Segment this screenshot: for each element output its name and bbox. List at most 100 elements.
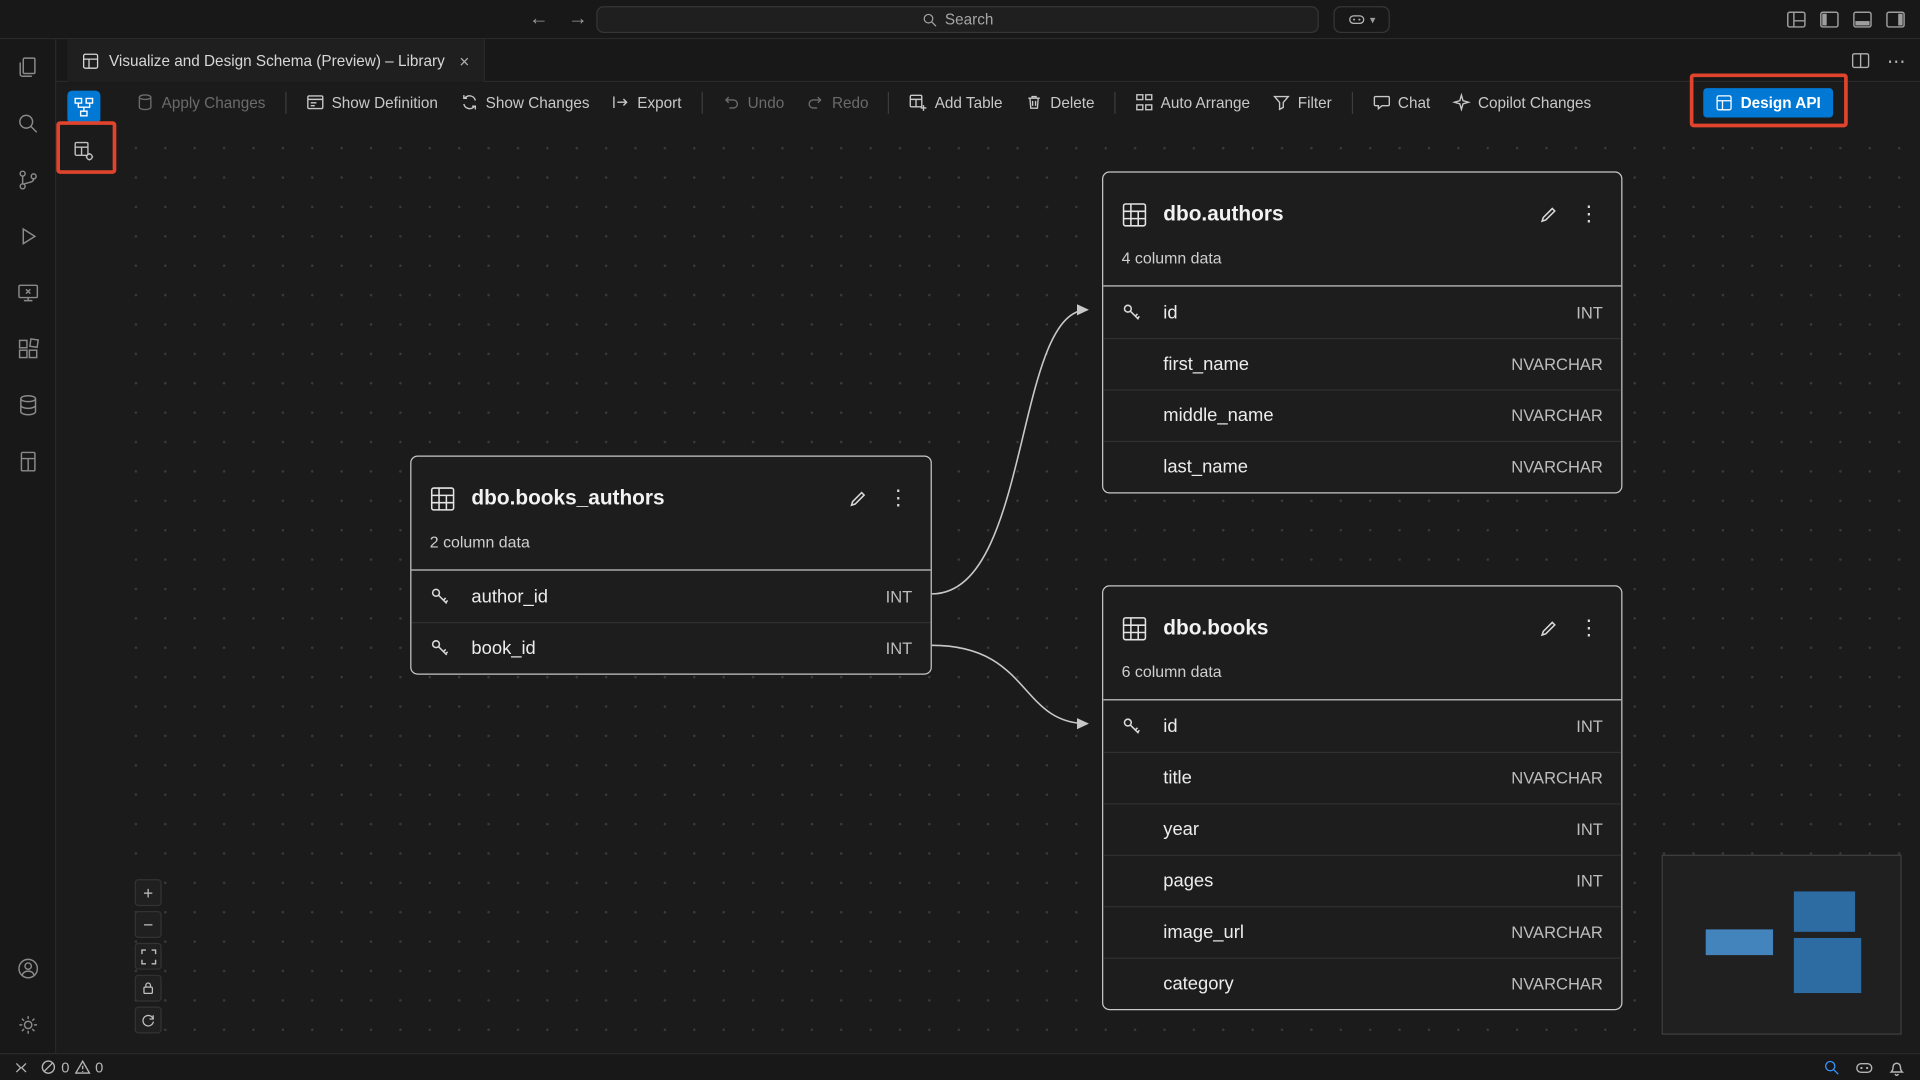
- column-name: id: [1163, 302, 1564, 323]
- column-type: INT: [886, 587, 913, 605]
- tab-visualize-schema[interactable]: Visualize and Design Schema (Preview) – …: [67, 39, 485, 82]
- table-definition-tool-button[interactable]: [67, 135, 100, 168]
- run-debug-button[interactable]: [0, 208, 56, 264]
- table-icon: [430, 486, 456, 512]
- edit-table-icon[interactable]: [847, 488, 868, 509]
- fit-view-icon: [140, 948, 156, 964]
- column-row[interactable]: pages INT: [1103, 855, 1621, 906]
- primary-key-icon: [1122, 302, 1151, 323]
- column-name: id: [1163, 716, 1564, 737]
- toolbar-separator: [1351, 91, 1352, 113]
- zoom-in-button[interactable]: +: [135, 879, 162, 906]
- apply-changes-button[interactable]: Apply Changes: [125, 88, 277, 116]
- copilot-menu-button[interactable]: ▾: [1333, 6, 1389, 33]
- column-row[interactable]: idINT: [1103, 700, 1621, 751]
- add-table-button[interactable]: Add Table: [898, 88, 1014, 116]
- table-menu-icon[interactable]: ⋮: [884, 486, 912, 510]
- column-type: INT: [1576, 820, 1603, 838]
- schema-canvas[interactable]: dbo.books_authors ⋮ 2 column data author…: [110, 122, 1920, 1053]
- database-button[interactable]: [0, 377, 56, 433]
- split-editor-icon[interactable]: [1851, 53, 1869, 69]
- column-name: author_id: [471, 586, 873, 607]
- column-type: NVARCHAR: [1511, 458, 1603, 476]
- explorer-button[interactable]: [0, 39, 56, 95]
- table-name: dbo.books: [1163, 616, 1522, 640]
- edge-books-authors-to-authors: [932, 310, 1088, 594]
- column-row[interactable]: book_idINT: [411, 622, 930, 673]
- remote-explorer-button[interactable]: [0, 264, 56, 320]
- column-name: pages: [1163, 871, 1564, 892]
- tab-close-icon[interactable]: ×: [459, 51, 469, 71]
- auto-arrange-icon: [1135, 93, 1153, 111]
- redo-button[interactable]: Redo: [795, 88, 879, 116]
- schema-diagram-tool-button[interactable]: [67, 91, 100, 124]
- settings-button[interactable]: [0, 997, 56, 1053]
- account-button[interactable]: [0, 940, 56, 996]
- auto-arrange-button[interactable]: Auto Arrange: [1124, 88, 1261, 116]
- remote-indicator-icon[interactable]: [11, 1059, 28, 1076]
- toggle-secondary-sidebar-icon[interactable]: [1886, 11, 1906, 28]
- table-node-books[interactable]: dbo.books ⋮ 6 column data idINTtitleNVAR…: [1102, 585, 1622, 1010]
- reset-view-button[interactable]: [135, 1007, 162, 1034]
- column-row[interactable]: author_id INT: [411, 571, 930, 622]
- source-control-button[interactable]: [0, 152, 56, 208]
- column-row[interactable]: first_nameNVARCHAR: [1103, 338, 1621, 389]
- zoom-status-icon[interactable]: [1823, 1059, 1840, 1076]
- filter-icon: [1272, 93, 1290, 111]
- command-center-search[interactable]: Search: [596, 6, 1318, 33]
- lock-view-button[interactable]: [135, 975, 162, 1002]
- column-row[interactable]: titleNVARCHAR: [1103, 752, 1621, 803]
- edit-table-icon[interactable]: [1538, 204, 1559, 225]
- vscode-window: ← → Search ▾: [0, 0, 1920, 1080]
- toggle-panel-icon[interactable]: [1853, 11, 1873, 28]
- copilot-icon: [1348, 11, 1365, 28]
- chat-icon: [1372, 93, 1390, 111]
- problems-indicator[interactable]: 0 0: [40, 1059, 103, 1076]
- undo-button[interactable]: Undo: [711, 88, 795, 116]
- search-button[interactable]: [0, 96, 56, 152]
- customize-layout-icon[interactable]: [1787, 11, 1807, 28]
- column-type: NVARCHAR: [1511, 407, 1603, 425]
- table-icon: [1122, 201, 1148, 227]
- chat-button[interactable]: Chat: [1361, 88, 1441, 116]
- editor-more-actions-icon[interactable]: ⋯: [1887, 50, 1905, 72]
- notifications-bell-icon[interactable]: [1888, 1059, 1905, 1076]
- table-node-books-authors[interactable]: dbo.books_authors ⋮ 2 column data author…: [410, 456, 932, 675]
- back-button[interactable]: ←: [529, 9, 549, 31]
- zoom-out-button[interactable]: −: [135, 911, 162, 938]
- column-type: INT: [1576, 872, 1603, 890]
- copilot-changes-button[interactable]: Copilot Changes: [1441, 88, 1602, 116]
- table-menu-icon[interactable]: ⋮: [1575, 616, 1603, 640]
- design-api-button[interactable]: Design API: [1704, 88, 1833, 117]
- toggle-primary-sidebar-icon[interactable]: [1820, 11, 1840, 28]
- source-control-icon: [15, 168, 39, 192]
- column-row[interactable]: idINT: [1103, 287, 1621, 338]
- show-definition-button[interactable]: Show Definition: [295, 88, 449, 116]
- sql-schema-button[interactable]: [0, 433, 56, 489]
- forward-button[interactable]: →: [568, 9, 588, 31]
- extensions-button[interactable]: [0, 321, 56, 377]
- column-row[interactable]: yearINT: [1103, 803, 1621, 854]
- column-row[interactable]: image_urlNVARCHAR: [1103, 906, 1621, 957]
- column-name: last_name: [1163, 457, 1499, 478]
- toolbar-separator: [701, 91, 702, 113]
- delete-button[interactable]: Delete: [1014, 88, 1106, 116]
- column-row[interactable]: middle_nameNVARCHAR: [1103, 389, 1621, 440]
- show-changes-button[interactable]: Show Changes: [449, 88, 601, 116]
- tab-title: Visualize and Design Schema (Preview) – …: [109, 52, 445, 69]
- copilot-status-icon[interactable]: [1855, 1059, 1873, 1076]
- column-type: NVARCHAR: [1511, 975, 1603, 993]
- edit-table-icon[interactable]: [1538, 618, 1559, 639]
- filter-button[interactable]: Filter: [1261, 88, 1343, 116]
- schema-diagram-icon: [73, 97, 94, 118]
- relationship-edges: [110, 122, 1920, 1053]
- column-row[interactable]: categoryNVARCHAR: [1103, 958, 1621, 1009]
- redo-icon: [806, 93, 824, 111]
- table-node-authors[interactable]: dbo.authors ⋮ 4 column data idINTfirst_n…: [1102, 171, 1622, 493]
- minimap[interactable]: [1662, 855, 1902, 1035]
- add-table-icon: [909, 93, 927, 111]
- export-button[interactable]: Export: [601, 88, 693, 116]
- column-row[interactable]: last_name NVARCHAR: [1103, 441, 1621, 492]
- table-menu-icon[interactable]: ⋮: [1575, 202, 1603, 226]
- fit-view-button[interactable]: [135, 943, 162, 970]
